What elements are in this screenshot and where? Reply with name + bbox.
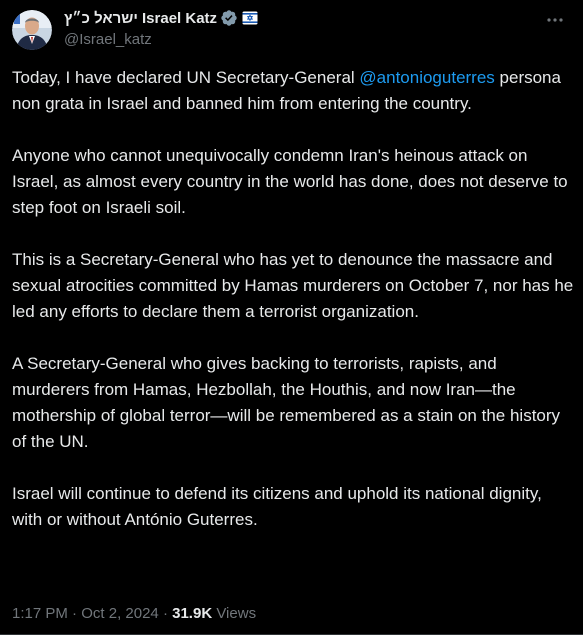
tweet-meta: 1:17 PM · Oct 2, 2024 · 31.9K Views (12, 604, 256, 624)
israel-gov-emblem-icon[interactable] (242, 11, 258, 25)
name-row: ישראל כ״ץ Israel Katz (64, 8, 258, 28)
tweet-time-link[interactable]: 1:17 PM (12, 605, 68, 622)
tweet-paragraph-1: Today, I have declared UN Secretary-Gene… (12, 65, 574, 117)
views-count[interactable]: 31.9K (172, 605, 212, 622)
meta-separator: · (67, 605, 82, 622)
meta-separator: · (158, 605, 173, 622)
more-horizontal-icon[interactable] (543, 8, 567, 32)
avatar[interactable] (12, 10, 52, 50)
tweet-text-segment: Today, I have declared UN Secretary-Gene… (12, 68, 360, 87)
tweet-date-link[interactable]: Oct 2, 2024 (81, 605, 159, 622)
verified-badge-icon[interactable] (220, 9, 238, 27)
author-display-name[interactable]: ישראל כ״ץ Israel Katz (64, 10, 217, 27)
author-names: ישראל כ״ץ Israel Katz @Israel_katz (64, 8, 258, 51)
tweet-paragraph-5: Israel will continue to defend its citiz… (12, 484, 542, 529)
author-handle[interactable]: @Israel_katz (64, 31, 258, 51)
views-label: Views (212, 605, 257, 622)
mention-link[interactable]: @antonioguterres (359, 68, 494, 87)
tweet-header: ישראל כ״ץ Israel Katz @Israel_katz (12, 8, 258, 52)
tweet-card: ישראל כ״ץ Israel Katz @Israel_katz Today… (0, 0, 583, 635)
tweet-paragraph-4: A Secretary-General who gives backing to… (12, 354, 561, 451)
tweet-paragraph-3: This is a Secretary-General who has yet … (12, 250, 574, 321)
tweet-paragraph-2: Anyone who cannot unequivocally condemn … (12, 146, 568, 217)
tweet-text: Today, I have declared UN Secretary-Gene… (12, 65, 574, 559)
